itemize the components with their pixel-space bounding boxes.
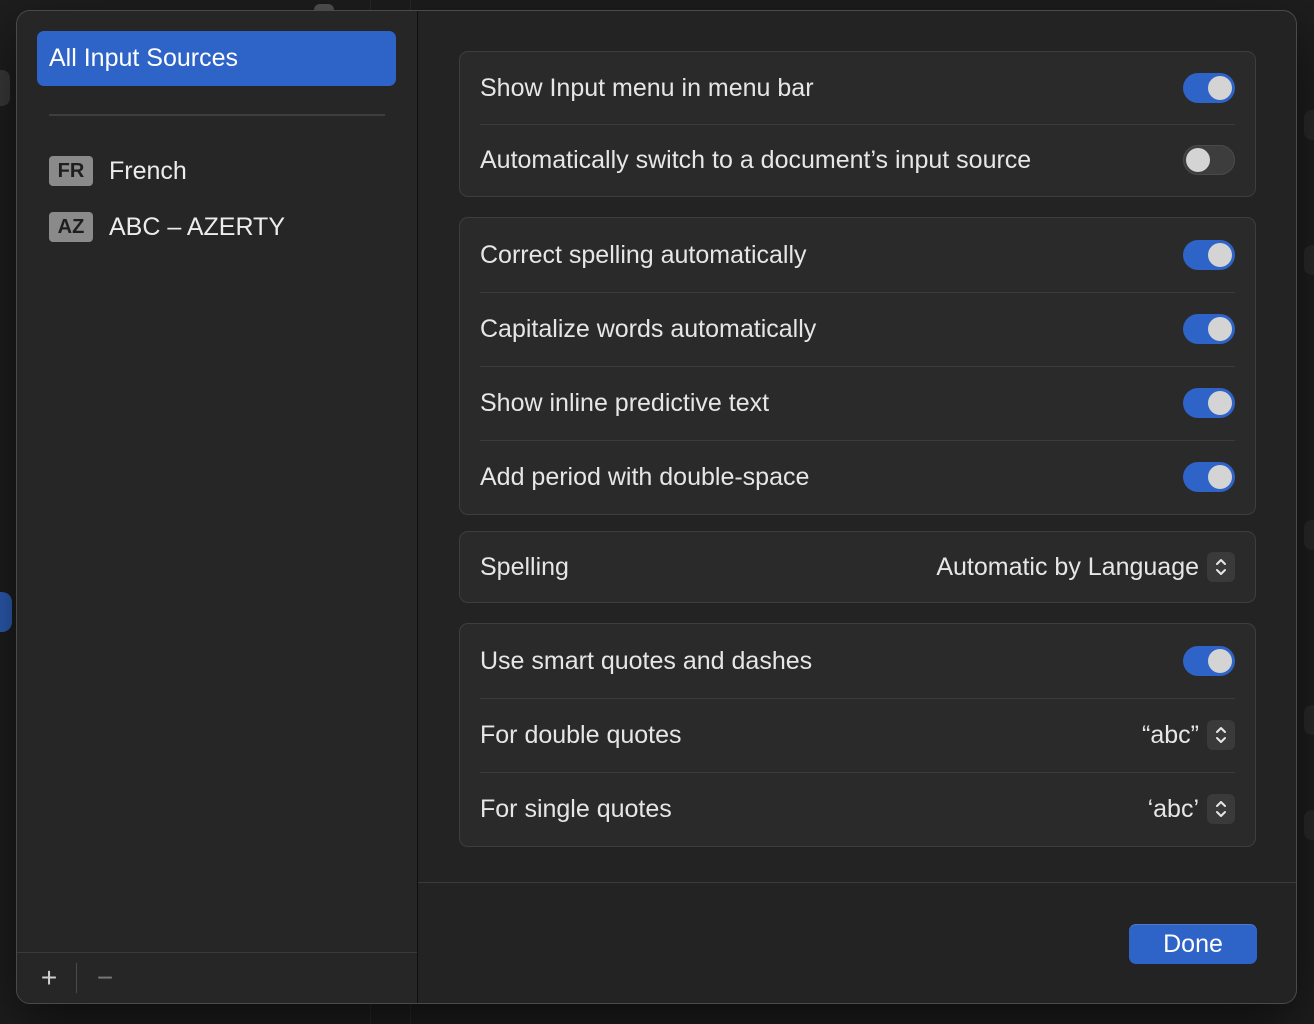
background-control (1304, 520, 1314, 550)
smart-quotes-toggle[interactable] (1183, 646, 1235, 676)
predictive-text-label: Show inline predictive text (480, 388, 770, 417)
input-sources-sidebar: All Input Sources FR French AZ ABC – AZE… (17, 11, 418, 1003)
settings-content: Show Input menu in menu bar Automaticall… (418, 11, 1296, 1003)
sidebar-bottom-bar: + − (17, 952, 417, 1003)
sidebar-separator (49, 114, 385, 116)
background-chip (0, 70, 10, 106)
double-quotes-chevrons-icon[interactable] (1207, 720, 1235, 750)
spelling-popup-value[interactable]: Automatic by Language (936, 553, 1199, 582)
double-space-period-row: Add period with double-space (460, 440, 1255, 514)
toggle-knob (1208, 465, 1232, 489)
double-space-period-toggle[interactable] (1183, 462, 1235, 492)
source-label: ABC – AZERTY (109, 212, 285, 241)
smart-quotes-label: Use smart quotes and dashes (480, 646, 813, 675)
double-quotes-row: For double quotes “abc” (460, 698, 1255, 772)
smart-quotes-row: Use smart quotes and dashes (460, 624, 1255, 698)
spelling-popup-chevrons-icon[interactable] (1207, 552, 1235, 582)
toggle-knob (1208, 391, 1232, 415)
background-selection (0, 592, 12, 632)
quotes-settings-group: Use smart quotes and dashes For double q… (459, 623, 1256, 847)
source-item-abc-azerty[interactable]: AZ ABC – AZERTY (49, 210, 285, 244)
correct-spelling-label: Correct spelling automatically (480, 240, 807, 269)
correct-spelling-toggle[interactable] (1183, 240, 1235, 270)
double-quotes-label: For double quotes (480, 720, 682, 749)
spelling-label: Spelling (480, 552, 569, 581)
background-control (1304, 705, 1314, 735)
auto-switch-row: Automatically switch to a document’s inp… (460, 124, 1255, 196)
auto-switch-toggle[interactable] (1183, 145, 1235, 175)
background-control (1304, 245, 1314, 275)
button-divider (76, 963, 77, 993)
typing-settings-group: Correct spelling automatically Capitaliz… (459, 217, 1256, 515)
show-input-menu-toggle[interactable] (1183, 73, 1235, 103)
footer-separator (418, 882, 1296, 883)
spelling-row: Spelling Automatic by Language (460, 532, 1255, 602)
single-quotes-label: For single quotes (480, 794, 672, 823)
single-quotes-popup-value[interactable]: ‘abc’ (1148, 795, 1199, 824)
all-input-sources-label: All Input Sources (49, 44, 238, 72)
double-space-period-label: Add period with double-space (480, 462, 810, 491)
toggle-knob (1208, 76, 1232, 100)
background-control (1304, 110, 1314, 140)
spelling-settings-group: Spelling Automatic by Language (459, 531, 1256, 603)
remove-source-button[interactable]: − (85, 961, 125, 995)
show-input-menu-row: Show Input menu in menu bar (460, 52, 1255, 124)
correct-spelling-row: Correct spelling automatically (460, 218, 1255, 292)
toggle-knob (1208, 317, 1232, 341)
capitalize-words-row: Capitalize words automatically (460, 292, 1255, 366)
done-button[interactable]: Done (1129, 924, 1257, 964)
source-label: French (109, 156, 187, 185)
single-quotes-chevrons-icon[interactable] (1207, 794, 1235, 824)
toggle-knob (1186, 148, 1210, 172)
toggle-knob (1208, 243, 1232, 267)
menu-settings-group: Show Input menu in menu bar Automaticall… (459, 51, 1256, 197)
all-input-sources-item[interactable]: All Input Sources (37, 31, 396, 86)
source-badge: FR (49, 156, 93, 186)
source-item-french[interactable]: FR French (49, 154, 187, 188)
capitalize-words-toggle[interactable] (1183, 314, 1235, 344)
toggle-knob (1208, 649, 1232, 673)
double-quotes-popup-value[interactable]: “abc” (1142, 721, 1199, 750)
show-input-menu-label: Show Input menu in menu bar (480, 73, 814, 102)
predictive-text-toggle[interactable] (1183, 388, 1235, 418)
source-badge: AZ (49, 212, 93, 242)
input-sources-sheet: All Input Sources FR French AZ ABC – AZE… (16, 10, 1297, 1004)
single-quotes-row: For single quotes ‘abc’ (460, 772, 1255, 846)
add-source-button[interactable]: + (29, 961, 69, 995)
background-control (1304, 810, 1314, 840)
predictive-text-row: Show inline predictive text (460, 366, 1255, 440)
auto-switch-label: Automatically switch to a document’s inp… (480, 145, 1032, 174)
capitalize-words-label: Capitalize words automatically (480, 314, 817, 343)
